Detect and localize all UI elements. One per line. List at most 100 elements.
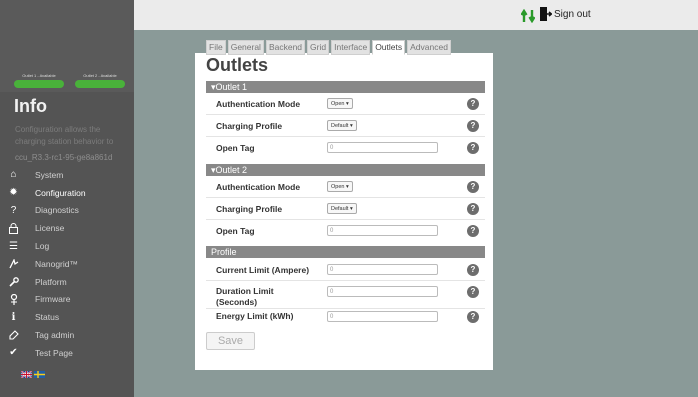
sign-out-button[interactable]: Sign out [540, 7, 591, 21]
help-icon[interactable]: ? [467, 311, 479, 323]
sidebar-item-tag-admin[interactable]: Tag admin [0, 326, 134, 344]
sidebar-item-label: Log [35, 241, 50, 252]
outlet-1-status-label: Outlet 1 - Available [22, 73, 56, 78]
help-icon[interactable]: ? [467, 120, 479, 132]
info-description: Configuration allows the charging statio… [15, 125, 114, 146]
sidebar-item-label: System [35, 169, 64, 180]
energy-limit-label: Energy Limit (kWh) [216, 311, 294, 321]
sidebar-item-system[interactable]: ⌂ System [0, 166, 134, 184]
row-divider [206, 136, 485, 137]
row-divider [206, 114, 485, 115]
charging-profile-label: Charging Profile [216, 121, 283, 131]
info-icon: i [11, 311, 16, 323]
sidebar-item-firmware[interactable]: Firmware [0, 291, 134, 309]
row-divider [206, 308, 485, 309]
tab-grid[interactable]: Grid [307, 40, 330, 55]
sidebar-item-license[interactable]: License [0, 219, 134, 237]
sign-out-label: Sign out [554, 8, 591, 20]
wrench-icon [7, 275, 20, 288]
outlet-2-section-header[interactable]: ▾Outlet 2 [206, 164, 485, 176]
help-icon[interactable]: ? [467, 225, 479, 237]
charging-profile-select[interactable]: Default ▾ [327, 203, 357, 214]
config-tabs: File General Backend Grid Interface Outl… [206, 40, 451, 55]
duration-limit-label: Duration Limit (Seconds) [216, 286, 274, 307]
tab-interface[interactable]: Interface [331, 40, 371, 55]
current-limit-input[interactable]: 0 [327, 264, 438, 275]
sidebar-item-label: Nanogrid™ [35, 258, 78, 269]
charging-profile-label: Charging Profile [216, 204, 283, 214]
outlet-1-section-header[interactable]: ▾Outlet 1 [206, 81, 485, 93]
question-icon: ? [10, 204, 17, 216]
energy-limit-input[interactable]: 0 [327, 311, 438, 322]
sidebar-item-label: License [35, 223, 65, 234]
list-icon: ☰ [9, 240, 18, 252]
sidebar-nav: ⌂ System ✹ Configuration ? Diagnostics L… [0, 166, 134, 362]
section-title: Outlet 1 [215, 82, 248, 92]
section-title: Profile [211, 247, 237, 257]
up-down-arrows-icon[interactable] [521, 9, 535, 23]
help-icon[interactable]: ? [467, 286, 479, 298]
outlet-2-status-bar [75, 80, 125, 88]
door-exit-icon [540, 7, 552, 21]
charging-profile-select[interactable]: Default ▾ [327, 120, 357, 131]
usb-icon [7, 293, 20, 306]
sidebar: Outlet 1 - Available Outlet 2 - Availabl… [0, 0, 134, 397]
tab-file[interactable]: File [206, 40, 226, 55]
sidebar-item-status[interactable]: i Status [0, 308, 134, 326]
sidebar-item-platform[interactable]: Platform [0, 273, 134, 291]
tab-backend[interactable]: Backend [265, 40, 306, 55]
open-tag-input[interactable]: 0 [327, 225, 438, 236]
tab-advanced[interactable]: Advanced [407, 40, 451, 55]
sweden-flag-icon[interactable] [34, 371, 45, 378]
sidebar-item-label: Test Page [35, 347, 73, 358]
row-divider [206, 197, 485, 198]
sidebar-item-label: Diagnostics [35, 205, 79, 216]
uk-flag-icon[interactable] [21, 371, 32, 378]
outlet-2-status-label: Outlet 2 - Available [83, 73, 117, 78]
help-icon[interactable]: ? [467, 142, 479, 154]
sidebar-item-label: Configuration [35, 187, 86, 198]
sidebar-item-configuration[interactable]: ✹ Configuration [0, 184, 134, 202]
lock-icon [7, 222, 20, 235]
check-icon: ✔ [9, 347, 18, 359]
nanogrid-icon [7, 257, 20, 270]
save-button[interactable]: Save [206, 332, 255, 350]
help-icon[interactable]: ? [467, 98, 479, 110]
section-title: Outlet 2 [215, 165, 248, 175]
sidebar-header [0, 0, 134, 92]
sidebar-item-test-page[interactable]: ✔ Test Page [0, 344, 134, 362]
current-limit-label: Current Limit (Ampere) [216, 265, 310, 275]
sidebar-item-diagnostics[interactable]: ? Diagnostics [0, 202, 134, 220]
tag-icon [7, 329, 20, 342]
sidebar-item-log[interactable]: ☰ Log [0, 237, 134, 255]
sidebar-item-label: Status [35, 312, 60, 323]
outlet-1-status-bar [14, 80, 64, 88]
profile-section-header: Profile [206, 246, 485, 258]
sidebar-item-label: Firmware [35, 294, 71, 305]
info-title: Info [14, 96, 47, 116]
tab-outlets[interactable]: Outlets [372, 40, 406, 55]
row-divider [206, 280, 485, 281]
top-bar: Sign out [134, 0, 698, 30]
help-icon[interactable]: ? [467, 203, 479, 215]
help-icon[interactable]: ? [467, 181, 479, 193]
home-icon: ⌂ [10, 169, 17, 181]
duration-limit-input[interactable]: 0 [327, 286, 438, 297]
gear-icon: ✹ [9, 187, 18, 199]
open-tag-label: Open Tag [216, 143, 255, 153]
language-selector [21, 371, 45, 378]
firmware-version: ccu_R3.3-rc1-95-ge8a861d [15, 153, 113, 162]
auth-mode-select[interactable]: Open ▾ [327, 98, 353, 109]
auth-mode-select[interactable]: Open ▾ [327, 181, 353, 192]
open-tag-label: Open Tag [216, 226, 255, 236]
sidebar-item-label: Platform [35, 276, 67, 287]
auth-mode-label: Authentication Mode [216, 182, 301, 192]
tab-general[interactable]: General [227, 40, 264, 55]
sidebar-item-label: Tag admin [35, 330, 75, 341]
page-title: Outlets [206, 55, 269, 75]
row-divider [206, 219, 485, 220]
sidebar-item-nanogrid[interactable]: Nanogrid™ [0, 255, 134, 273]
help-icon[interactable]: ? [467, 264, 479, 276]
auth-mode-label: Authentication Mode [216, 99, 301, 109]
open-tag-input[interactable]: 0 [327, 142, 438, 153]
